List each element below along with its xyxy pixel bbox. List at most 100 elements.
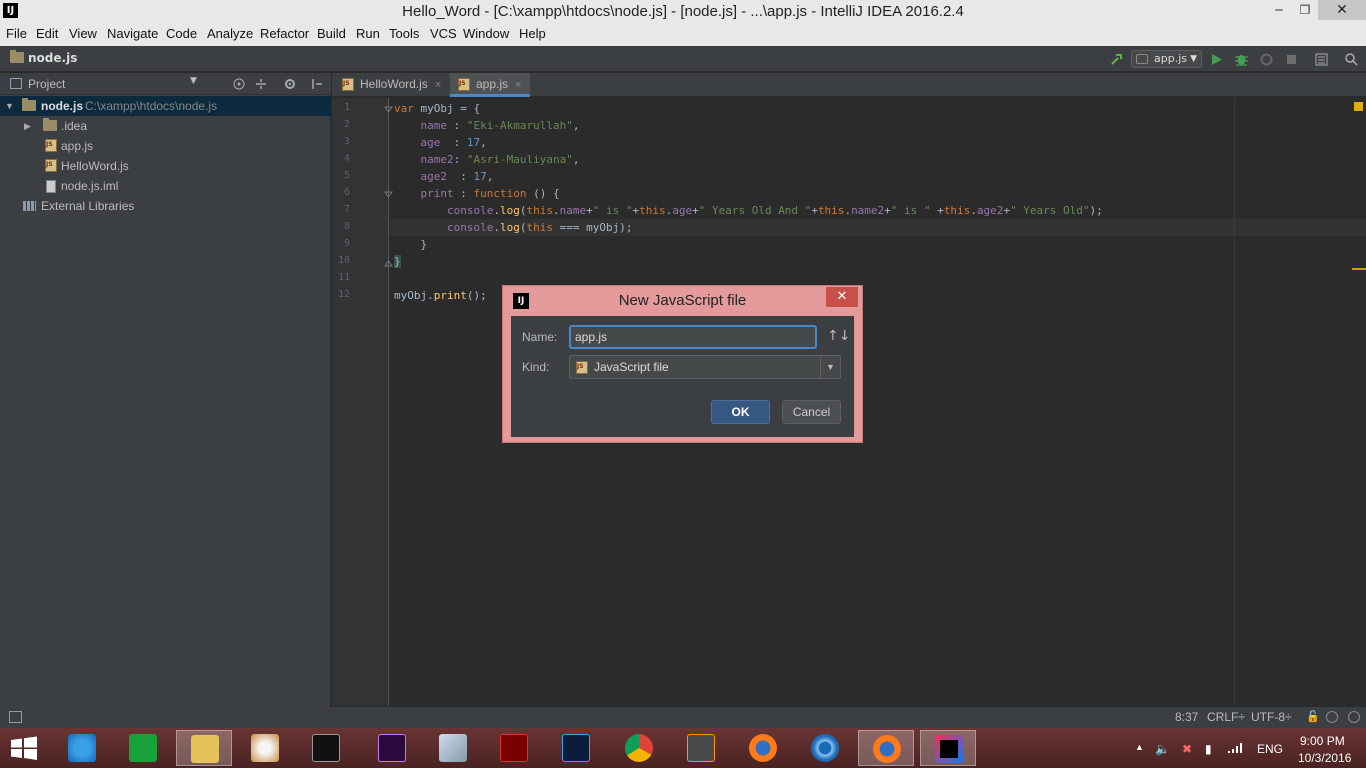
close-tab-icon[interactable]: × [515,79,521,91]
event-log-icon[interactable] [1348,711,1360,723]
windows-start-icon[interactable] [10,736,38,760]
line-separator[interactable]: CRLF÷ [1207,710,1245,724]
hide-panel-icon[interactable] [310,77,324,91]
stop-icon[interactable] [1284,52,1299,67]
menu-navigate[interactable]: Navigate [107,26,158,41]
taskbar-firefox[interactable] [735,730,791,766]
project-view-dropdown-icon[interactable]: ▼ [190,76,197,86]
menu-code[interactable]: Code [166,26,197,41]
cancel-button[interactable]: Cancel [782,400,841,424]
kind-select[interactable]: JavaScript file ▼ [569,355,841,379]
sublime-icon [687,734,715,762]
scroll-marker[interactable] [1352,268,1366,270]
line-number: 4 [343,153,350,164]
project-structure-icon[interactable] [1314,52,1329,67]
line-number: 2 [343,119,350,130]
close-tab-icon[interactable]: × [435,79,441,91]
search-everywhere-icon[interactable] [1344,52,1359,67]
tab-helloword-js[interactable]: HelloWord.js × [334,73,448,97]
breadcrumb[interactable]: node.js [10,50,78,65]
breadcrumb-label: node.js [28,51,78,65]
fold-marker-icon[interactable] [384,191,393,200]
sort-icon[interactable]: ↑↓ [827,328,850,344]
warning-indicator-icon[interactable] [1354,102,1363,111]
taskbar-paint[interactable] [237,730,293,766]
tree-item-external-libraries[interactable]: External Libraries [0,196,331,216]
taskbar-premiere[interactable] [364,730,420,766]
menu-file[interactable]: File [6,26,27,41]
chevron-down-icon[interactable]: ▼ [820,356,840,378]
run-config-label: app.js [1154,52,1187,65]
right-margin-guide [1234,98,1235,706]
clock-date[interactable]: 10/3/2016 [1298,751,1351,765]
lock-icon[interactable]: 🔓 [1306,710,1320,723]
project-panel-title[interactable]: Project [28,77,65,91]
taskbar-internet-explorer[interactable] [54,730,110,766]
coverage-icon[interactable] [1259,52,1274,67]
tree-item-node-js[interactable]: ▼ node.js C:\xampp\htdocs\node.js [0,96,331,116]
tree-item-helloword-js[interactable]: HelloWord.js [0,156,331,176]
tree-item-idea[interactable]: ▶ .idea [0,116,331,136]
show-hidden-icons[interactable]: ▲ [1135,742,1144,752]
collapse-arrow-icon[interactable]: ▶ [24,116,31,136]
debug-icon[interactable] [1234,52,1249,67]
taskbar-photoshop[interactable] [548,730,604,766]
maximize-button[interactable]: ❐ [1292,0,1318,20]
taskbar-firefox-active[interactable] [858,730,914,766]
taskbar-file-explorer[interactable] [176,730,232,766]
name-input[interactable]: app.js [569,325,817,349]
file-encoding[interactable]: UTF-8÷ [1251,710,1292,724]
menu-run[interactable]: Run [356,26,380,41]
clock-time[interactable]: 9:00 PM [1300,734,1345,748]
locate-file-icon[interactable] [232,77,246,91]
menu-refactor[interactable]: Refactor [260,26,309,41]
tool-windows-icon[interactable] [9,711,22,723]
build-hammer-icon[interactable] [1110,52,1125,67]
taskbar-onenote[interactable] [425,730,481,766]
taskbar-command-prompt[interactable] [298,730,354,766]
taskbar-chrome[interactable] [611,730,667,766]
fold-marker-icon[interactable] [384,258,393,267]
run-icon[interactable] [1209,52,1224,67]
menu-vcs[interactable]: VCS [430,26,457,41]
line-number: 1 [343,102,350,113]
volume-icon[interactable]: 🔈 [1155,742,1170,756]
ok-button[interactable]: OK [711,400,770,424]
editor-gutter[interactable]: 1 2 3 4 5 6 7 8 9 10 11 12 [332,98,393,706]
network-warning-icon[interactable]: ✖ [1182,742,1192,756]
taskbar-intellij[interactable] [920,730,976,766]
menu-tools[interactable]: Tools [389,26,419,41]
menu-analyze[interactable]: Analyze [207,26,253,41]
expand-arrow-icon[interactable]: ▼ [5,96,14,116]
code-line-7: console.log(this.name+" is "+this.age+" … [446,204,1103,217]
js-file-icon [45,139,57,152]
signal-icon[interactable] [1228,742,1244,754]
menu-window[interactable]: Window [463,26,509,41]
tab-app-js[interactable]: app.js × [450,73,530,97]
dialog-close-button[interactable]: ✕ [826,287,858,307]
run-configuration-select[interactable]: app.js ▼ [1131,50,1202,68]
minimize-button[interactable]: ─ [1266,0,1292,20]
tree-item-node-js-iml[interactable]: node.js.iml [0,176,331,196]
taskbar-flash[interactable] [486,730,542,766]
js-file-icon [576,361,588,374]
window-close-button[interactable]: ✕ [1318,0,1366,20]
tree-item-app-js[interactable]: app.js [0,136,331,156]
tree-item-label: node.js.iml [61,179,119,193]
menu-build[interactable]: Build [317,26,346,41]
intellij-logo-icon: IJ [513,293,529,309]
dialog-title: New JavaScript file [618,292,747,309]
inspector-icon[interactable] [1326,711,1338,723]
settings-gear-icon[interactable] [283,77,297,91]
language-indicator[interactable]: ENG [1257,742,1283,756]
menu-view[interactable]: View [69,26,97,41]
menu-help[interactable]: Help [519,26,546,41]
menu-edit[interactable]: Edit [36,26,58,41]
taskbar-app[interactable] [797,730,853,766]
battery-icon[interactable]: ▮ [1205,742,1212,756]
collapse-all-icon[interactable] [254,77,268,91]
caret-position[interactable]: 8:37 [1175,710,1198,724]
taskbar-sublime[interactable] [673,730,729,766]
fold-marker-icon[interactable] [384,106,393,115]
taskbar-store[interactable] [115,730,171,766]
